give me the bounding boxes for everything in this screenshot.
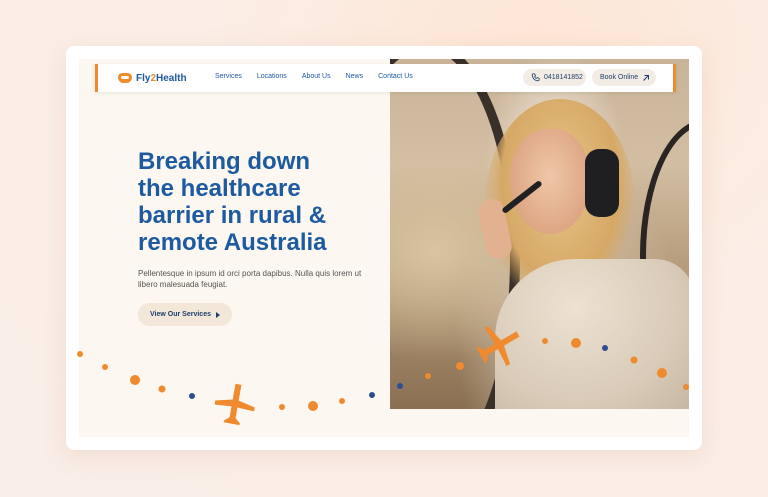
play-triangle-icon	[215, 311, 220, 318]
logo-mark-icon	[118, 73, 132, 83]
hero-title-line: the healthcare	[138, 175, 301, 202]
book-online-button[interactable]: Book Online	[592, 69, 656, 86]
sweater	[495, 259, 689, 409]
top-navbar: Fly2Health Services Locations About Us N…	[95, 64, 676, 92]
hero-photo	[390, 59, 689, 409]
logo-text-fly: Fly	[136, 72, 151, 84]
nav-news[interactable]: News	[346, 73, 364, 80]
book-online-label: Book Online	[600, 74, 639, 81]
hero-title-line: Breaking down	[138, 148, 311, 175]
nav-about-us[interactable]: About Us	[302, 73, 331, 80]
logo-text-health: Health	[156, 72, 187, 84]
hero-title-line: remote Australia	[138, 229, 327, 256]
view-services-button[interactable]: View Our Services	[138, 303, 232, 326]
arrow-up-right-icon	[643, 74, 650, 81]
nav-locations[interactable]: Locations	[257, 73, 287, 80]
hero-title: Breaking down the healthcare barrier in …	[138, 148, 378, 256]
headset	[585, 149, 619, 217]
hero-title-line: barrier in rural &	[138, 202, 327, 229]
hero-subtitle: Pellentesque in ipsum id orci porta dapi…	[138, 269, 362, 289]
phone-icon	[531, 73, 540, 82]
logo-text: Fly2Health	[136, 73, 187, 84]
view-services-label: View Our Services	[150, 311, 211, 318]
face	[510, 129, 590, 234]
logo[interactable]: Fly2Health	[118, 71, 187, 85]
nav-links: Services Locations About Us News Contact…	[215, 73, 428, 80]
nav-contact-us[interactable]: Contact Us	[378, 73, 413, 80]
phone-button[interactable]: 0418141852	[523, 69, 586, 86]
nav-services[interactable]: Services	[215, 73, 242, 80]
phone-number: 0418141852	[544, 74, 583, 81]
